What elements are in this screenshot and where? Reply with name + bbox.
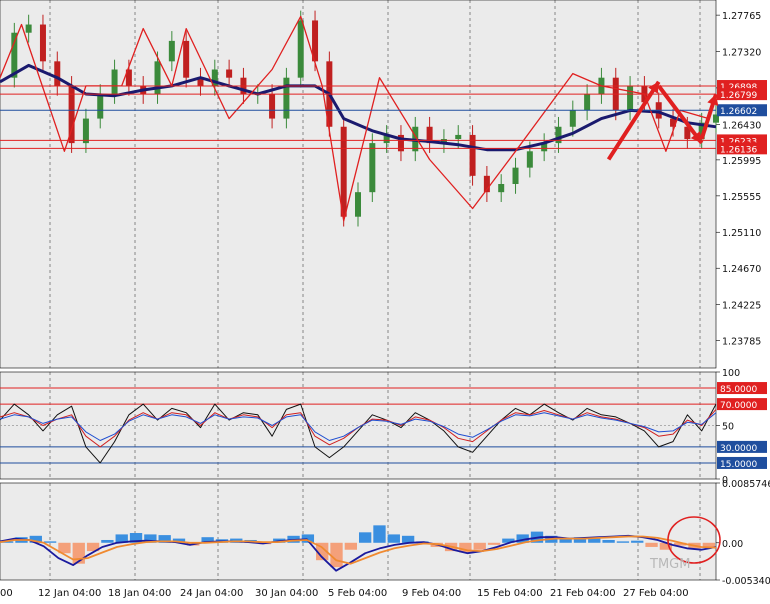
x-tick-label: 21 Feb 04:00: [550, 588, 616, 599]
macd-histogram-bar: [330, 542, 343, 568]
macd-histogram-bar: [487, 542, 501, 545]
panel-bg-3: [0, 482, 717, 581]
macd-histogram-bar: [631, 540, 644, 543]
macd-histogram-bar: [387, 534, 400, 543]
x-tick-label: 9 Feb 04:00: [402, 588, 461, 599]
candle-body: [54, 61, 61, 86]
candle-body: [168, 40, 175, 62]
y-tick-label: 1.27320: [722, 48, 761, 59]
y-tick-label: 1.24670: [722, 264, 761, 275]
x-tick-label: 30 Jan 04:00: [255, 588, 318, 599]
y-tick-label: -0.0053404: [722, 576, 770, 587]
y-tick-label: 1.23785: [722, 337, 761, 348]
macd-histogram-bar: [616, 541, 630, 543]
y-tick-label: 1.27765: [722, 11, 761, 22]
macd-histogram-bar: [401, 535, 415, 543]
macd-histogram-bar: [344, 542, 357, 550]
macd-histogram-bar: [602, 539, 615, 543]
y-tick-label: 1.25555: [722, 192, 761, 203]
candle-body: [283, 77, 290, 119]
x-tick-label: 12 Jan 04:00: [38, 588, 101, 599]
candle-body: [226, 69, 233, 78]
candle-body: [183, 40, 190, 78]
candle-body: [512, 167, 519, 184]
candle-body: [355, 192, 361, 217]
chart-container: 1.277651.273201.268751.264301.259951.255…: [0, 0, 770, 600]
x-tick-label: 15 Feb 04:00: [477, 588, 543, 599]
y-tick-label: 1.24225: [722, 301, 761, 312]
y-tick-label: 0.0085746: [722, 479, 770, 490]
y-tick-label: 1.25110: [722, 228, 761, 239]
h-level-label: 85.0000: [720, 385, 757, 395]
y-tick-label: 1.25995: [722, 156, 761, 167]
candle-body: [269, 94, 276, 119]
candle-body: [25, 24, 32, 33]
macd-histogram-bar: [373, 525, 386, 543]
h-level-label: 1.26799: [720, 91, 757, 101]
y-tick-label: 1.26430: [722, 120, 761, 131]
candle-body: [469, 134, 476, 176]
candle-body: [584, 94, 591, 111]
x-tick-label: 18 Jan 04:00: [108, 588, 171, 599]
chart-svg: 1.277651.273201.268751.264301.259951.255…: [0, 0, 770, 600]
candle-body: [627, 85, 634, 111]
candle-body: [97, 94, 104, 119]
x-tick-label: 27 Feb 04:00: [623, 588, 689, 599]
candle-body: [369, 143, 376, 193]
y-tick-label: 0.00: [722, 539, 743, 550]
macd-histogram-bar: [473, 542, 486, 550]
x-tick-label: 24 Jan 04:00: [180, 588, 243, 599]
h-level-label: 1.26136: [720, 145, 757, 155]
watermark-text: TMGM: [649, 557, 690, 572]
candle-body: [82, 118, 89, 144]
candle-body: [455, 134, 462, 140]
h-level-label: 1.26602: [720, 107, 757, 117]
candle-body: [39, 24, 46, 62]
y-tick-label: 50: [722, 422, 734, 433]
x-tick-label: 5 Feb 04:00: [328, 588, 387, 599]
macd-histogram-bar: [101, 539, 114, 543]
macd-histogram-bar: [43, 541, 57, 543]
h-level-label: 70.0000: [720, 401, 757, 411]
y-tick-label: 100: [722, 368, 740, 379]
h-level-label: 15.0000: [720, 460, 757, 470]
macd-histogram-bar: [645, 542, 658, 547]
candle-body: [526, 151, 533, 168]
candle-body: [297, 20, 304, 78]
candle-body: [111, 69, 118, 95]
macd-histogram-bar: [359, 532, 372, 543]
candle-body: [569, 110, 576, 127]
h-level-label: 30.0000: [720, 444, 757, 454]
x-tick-label: 00: [0, 588, 13, 599]
candle-body: [498, 184, 505, 193]
